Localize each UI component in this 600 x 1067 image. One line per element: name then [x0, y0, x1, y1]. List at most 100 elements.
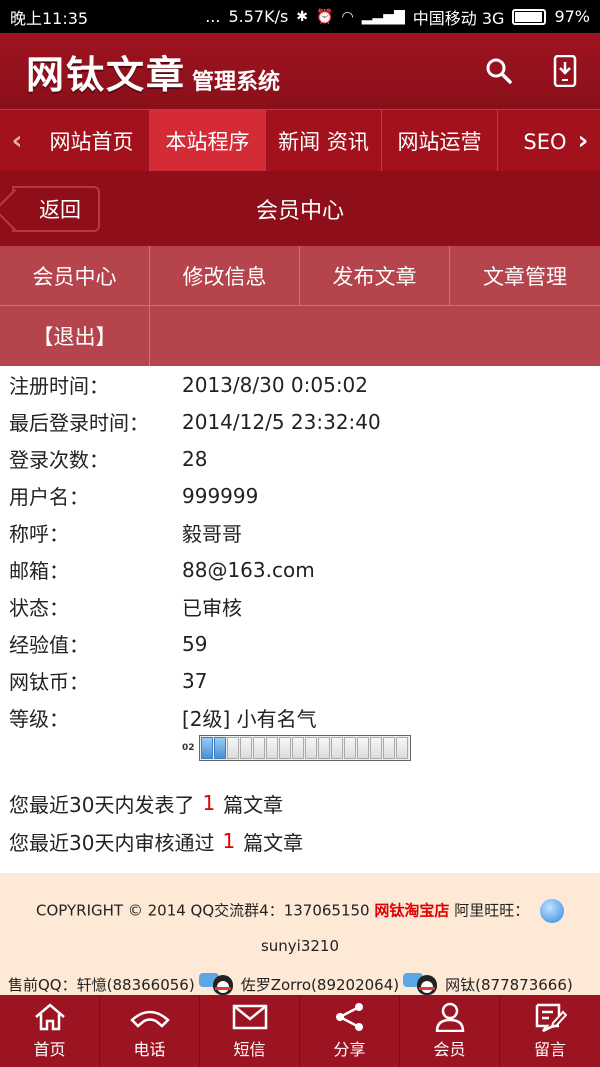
info-value: 28: [182, 446, 208, 471]
qq-icon[interactable]: [403, 973, 441, 995]
level-cell: [317, 737, 330, 759]
info-row-experience: 经验值： 59: [0, 625, 600, 662]
qq-contact: 佐罗Zorro(89202064): [240, 975, 400, 994]
nav-item-programs[interactable]: 本站程序: [150, 109, 266, 172]
tab-home[interactable]: 首页: [0, 995, 100, 1067]
network-speed: 5.57K/s: [228, 7, 289, 26]
info-row-coins: 网钛币： 37: [0, 662, 600, 699]
level-cells: [198, 735, 411, 761]
tab-label: 短信: [233, 1040, 266, 1059]
level-cell: [356, 737, 369, 759]
menu-manage-articles[interactable]: 文章管理: [450, 246, 600, 306]
level-cell: [200, 737, 213, 759]
wangwang-label: 阿里旺旺：: [454, 901, 530, 920]
carrier: 中国移动 3G: [412, 8, 505, 28]
user-icon: [435, 1002, 464, 1032]
stat-published: 您最近30天内发表了 1 篇文章: [0, 784, 600, 822]
menu-logout[interactable]: 【退出】: [0, 306, 150, 366]
status-time: 晚上11:35: [10, 8, 89, 28]
share-icon: [335, 1003, 363, 1031]
tab-label: 首页: [33, 1040, 66, 1059]
mail-icon: [232, 1004, 267, 1030]
page-title: 会员中心: [255, 198, 344, 224]
taobao-shop-link[interactable]: 网钛淘宝店: [374, 902, 449, 920]
level-cell: [330, 737, 343, 759]
tab-sms[interactable]: 短信: [200, 995, 300, 1067]
phone-call-icon: [129, 1010, 170, 1028]
status-bar: 晚上11:35 ... 5.57K/s ✱ ⏰ ◠ ▂▃▅▇ 中国移动 3G 9…: [0, 0, 600, 33]
wifi-icon: ◠: [341, 8, 354, 25]
stat-text: 篇文章: [243, 830, 304, 855]
stat-text: 您最近30天内审核通过: [9, 830, 215, 855]
battery-level: 97%: [554, 7, 590, 26]
info-row-register-time: 注册时间： 2013/8/30 0:05:02: [0, 366, 600, 403]
level-cell: [291, 737, 304, 759]
back-button[interactable]: 返回: [12, 186, 100, 232]
level-tag: 02: [182, 743, 195, 753]
main-nav: ‹ 网站首页 本站程序 新闻 资讯 网站运营 SEO优 ›: [0, 109, 600, 172]
nav-item-seo[interactable]: SEO优: [498, 110, 566, 172]
info-label: 等级：: [9, 707, 69, 731]
info-row-last-login: 最后登录时间： 2014/12/5 23:32:40: [0, 403, 600, 440]
info-row-login-count: 登录次数： 28: [0, 440, 600, 477]
search-icon[interactable]: [484, 56, 514, 86]
footer: COPYRIGHT © 2014 QQ交流群4：137065150 网钛淘宝店 …: [0, 873, 600, 995]
nav-next-icon[interactable]: ›: [566, 110, 600, 172]
tab-message[interactable]: 留言: [500, 995, 600, 1067]
info-row-status: 状态： 已审核: [0, 588, 600, 625]
nav-item-home[interactable]: 网站首页: [34, 109, 150, 172]
level-cell: [213, 737, 226, 759]
nav-items: 网站首页 本站程序 新闻 资讯 网站运营 SEO优: [34, 109, 566, 172]
status-dots: ...: [205, 7, 221, 26]
qq-icon[interactable]: [198, 973, 237, 995]
tab-label: 留言: [533, 1040, 566, 1059]
nav-prev-icon[interactable]: ‹: [0, 110, 34, 172]
member-info: 注册时间： 2013/8/30 0:05:02 最后登录时间： 2014/12/5 …: [0, 366, 600, 761]
menu-publish-article[interactable]: 发布文章: [300, 246, 450, 306]
info-label: 网钛币：: [9, 670, 89, 694]
phone-icon[interactable]: [550, 55, 580, 87]
status-right: ... 5.57K/s ✱ ⏰ ◠ ▂▃▅▇ 中国移动 3G 97%: [205, 5, 590, 29]
battery-icon: [512, 8, 547, 25]
info-row-nickname: 称呼： 毅哥哥: [0, 514, 600, 551]
info-value: 999999: [182, 483, 259, 508]
info-row-level: 等级： [2级] 小有名气: [0, 699, 600, 736]
info-value: [2级] 小有名气: [182, 707, 317, 731]
tab-share[interactable]: 分享: [300, 995, 400, 1067]
menu-edit-info[interactable]: 修改信息: [150, 246, 300, 306]
stat-approved: 您最近30天内审核通过 1 篇文章: [0, 822, 600, 860]
alarm-icon: ⏰: [316, 8, 334, 25]
home-icon: [34, 1003, 65, 1031]
bottom-tab-bar: 首页 电话 短信 分享 会员 留言: [0, 995, 600, 1067]
wangwang-icon[interactable]: [539, 899, 564, 923]
info-label: 最后登录时间：: [9, 411, 149, 435]
site-subtitle: 管理系统: [192, 70, 281, 95]
menu-member-center[interactable]: 会员中心: [0, 246, 150, 306]
tab-phone[interactable]: 电话: [100, 995, 200, 1067]
info-value: 已审核: [182, 596, 242, 620]
edit-icon: [535, 1003, 567, 1032]
info-label: 注册时间：: [9, 374, 109, 398]
nav-item-operations[interactable]: 网站运营: [382, 109, 498, 172]
tab-member[interactable]: 会员: [400, 995, 500, 1067]
back-button-label: 返回: [39, 198, 81, 222]
level-cell: [239, 737, 252, 759]
info-label: 用户名：: [9, 485, 89, 509]
wangwang-id: sunyi3210: [260, 937, 340, 955]
info-label: 邮箱：: [9, 559, 69, 583]
footer-copyright-line: COPYRIGHT © 2014 QQ交流群4：137065150 网钛淘宝店 …: [0, 899, 600, 923]
level-cell: [265, 737, 278, 759]
page-title-bar: 返回 会员中心: [0, 171, 600, 246]
level-cell: [395, 737, 408, 759]
nav-item-news[interactable]: 新闻 资讯: [266, 109, 382, 172]
level-cell: [278, 737, 291, 759]
site-logo[interactable]: 网钛文章: [26, 44, 186, 99]
stat-text: 您最近30天内发表了: [9, 792, 195, 817]
info-label: 状态：: [9, 596, 69, 620]
info-label: 经验值：: [9, 633, 89, 657]
level-cell: [343, 737, 356, 759]
presale-label: 售前QQ：: [8, 975, 77, 994]
info-value: 2013/8/30 0:05:02: [182, 372, 369, 397]
level-progress: 02: [182, 735, 411, 761]
level-cell: [369, 737, 382, 759]
